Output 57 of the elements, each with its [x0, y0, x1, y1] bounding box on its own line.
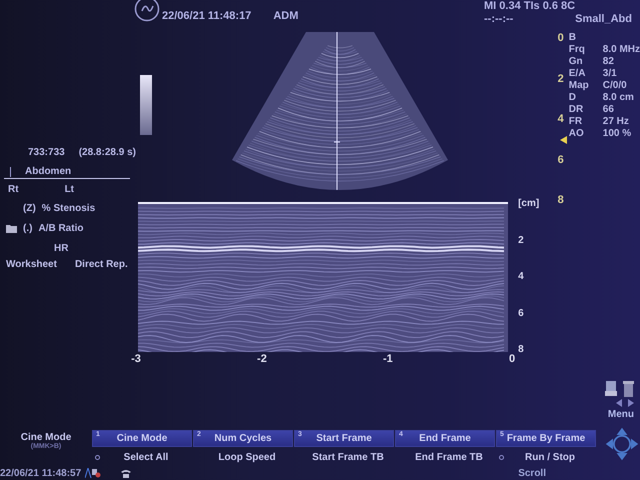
depth-scale-label: 4: [558, 113, 564, 125]
knob-function[interactable]: Run / Stop: [496, 449, 596, 466]
preset-name: Small_Abd: [575, 13, 632, 25]
parameter-name: DR: [568, 104, 584, 116]
parameter-name: Frq: [568, 44, 586, 56]
parameter-name: AO: [568, 128, 585, 140]
operator: ADM: [273, 10, 298, 22]
scroll-label: Scroll: [518, 468, 546, 478]
side-label: Rt: [8, 184, 19, 195]
time-axis-label: -2: [257, 353, 267, 365]
measurement-item[interactable]: % Stenosis: [42, 202, 96, 214]
depth-axis-label: 4: [518, 271, 525, 282]
measurement-item[interactable]: A/B Ratio: [38, 222, 84, 234]
measurement-item[interactable]: HR: [54, 242, 68, 254]
knob-function[interactable]: Select All: [92, 449, 192, 466]
measurement-key: (.): [23, 222, 32, 234]
knob-function[interactable]: Start Frame TB: [294, 449, 394, 466]
side-label: Lt: [64, 184, 74, 195]
depth-scale-label: 2: [558, 72, 564, 84]
depth-scale-label: 8: [558, 194, 564, 206]
measurement-key: (Z): [23, 202, 36, 214]
parameter-value: 3/1: [602, 68, 618, 80]
parameter-value: 66: [602, 104, 615, 116]
parameter-value: 8.0 cm: [602, 92, 635, 104]
parameter-name: Map: [568, 80, 590, 92]
parameter-value: 8.0 MHz: [602, 44, 640, 56]
parameter-name: D: [568, 92, 577, 104]
mode-title: Cine Mode: [20, 432, 72, 443]
parameter-name: E/A: [568, 68, 586, 80]
knob-function[interactable]: End Frame TB: [395, 449, 495, 466]
depth-axis-label: 2: [518, 234, 525, 246]
imaging-mode: B: [568, 32, 577, 44]
worksheet-tab[interactable]: Worksheet: [6, 259, 57, 270]
worksheet-tab[interactable]: Direct Rep.: [74, 259, 128, 270]
acoustic-indices: MI 0.34 TIs 0.6 8C: [484, 0, 576, 12]
parameter-value: 82: [602, 56, 615, 68]
parameter-value: 100 %: [602, 128, 632, 140]
category-header: Abdomen: [4, 166, 130, 179]
time-axis-label: -1: [382, 353, 393, 365]
depth-axis-label: 6: [518, 308, 525, 318]
timer: --:--:--: [484, 13, 514, 25]
depth-scale-label: 0: [558, 32, 564, 44]
parameter-value: 27 Hz: [602, 116, 630, 128]
menu-label[interactable]: Menu: [608, 409, 634, 420]
status-date-time: 22/06/21 11:48:57: [0, 468, 82, 478]
depth-axis-label: 8: [518, 344, 525, 355]
parameter-name: FR: [568, 116, 584, 128]
date-time: 22/06/21 11:48:17: [162, 10, 252, 22]
time-axis-label: -3: [131, 353, 141, 365]
time-axis-label: 0: [508, 353, 516, 365]
depth-unit: [cm]: [518, 198, 540, 209]
depth-scale-label: 6: [558, 154, 564, 166]
frame-counter: 733:733: [28, 147, 65, 158]
parameter-value: C/0/0: [602, 80, 628, 92]
knob-function[interactable]: Loop Speed: [193, 449, 293, 466]
parameter-name: Gn: [568, 56, 584, 68]
cine-time: (28.8:28.9 s): [78, 147, 136, 158]
